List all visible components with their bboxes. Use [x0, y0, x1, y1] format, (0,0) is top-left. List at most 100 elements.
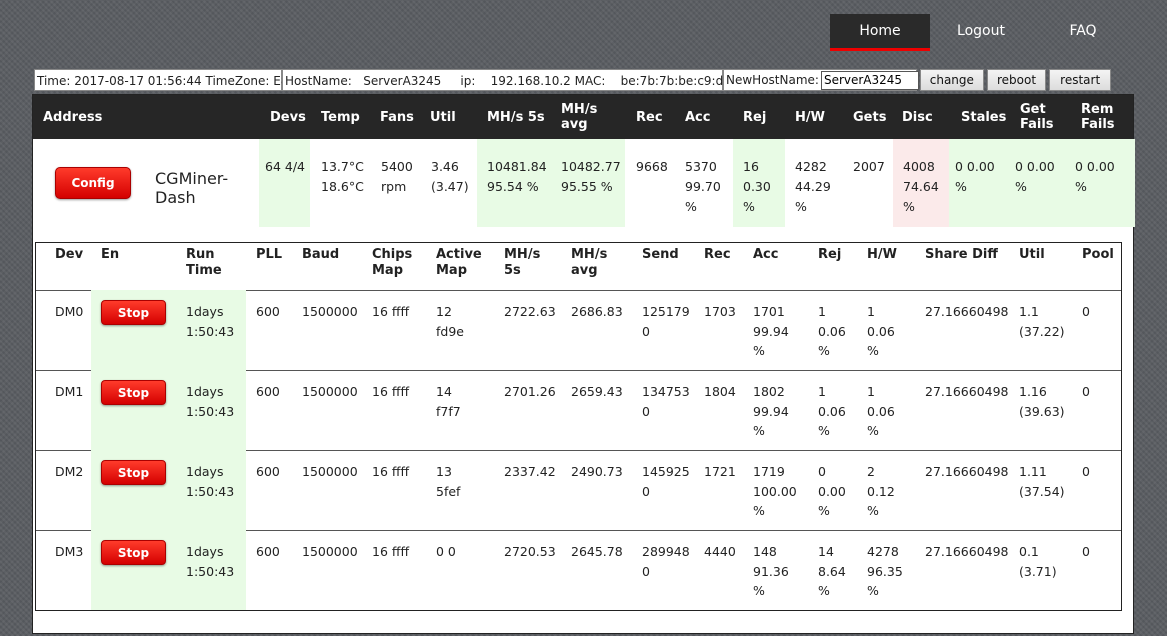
- device-chips: 16 ffff: [372, 544, 410, 559]
- device-rej: 14 8.64 %: [818, 544, 846, 598]
- device-chips: 16 ffff: [372, 304, 410, 319]
- device-chips: 16 ffff: [372, 384, 410, 399]
- config-button[interactable]: Config: [55, 167, 131, 199]
- device-baud: 1500000: [302, 544, 358, 559]
- dcol-send: Send: [642, 247, 679, 262]
- device-send: 125179 0: [642, 304, 690, 339]
- col-util: Util: [430, 109, 456, 125]
- summary-header: Address Devs Temp Fans Util MH/s 5s MH/s…: [33, 95, 1133, 139]
- device-dev: DM1: [55, 384, 84, 399]
- summary-mhsavg-value: 10482.77 95.55 %: [561, 159, 621, 194]
- summary-rej: 16 0.30 %: [733, 139, 785, 227]
- col-fans: Fans: [380, 109, 414, 125]
- device-row: Stop DM3 1days 1:50:43 600 1500000 16 ffff 0 0…: [36, 530, 1121, 610]
- dcol-pool: Pool: [1082, 247, 1114, 262]
- device-hw: 1 0.06 %: [867, 304, 895, 358]
- device-hw: 1 0.06 %: [867, 384, 895, 438]
- device-util: 1.11 (37.54): [1019, 464, 1065, 499]
- device-rej: 1 0.06 %: [818, 384, 846, 438]
- device-baud: 1500000: [302, 304, 358, 319]
- summary-acc: 5370 99.70 %: [679, 139, 733, 227]
- device-pool: 0: [1082, 464, 1090, 479]
- dcol-baud: Baud: [302, 247, 340, 262]
- device-runtime: 1days 1:50:43: [186, 384, 235, 419]
- device-send: 145925 0: [642, 464, 690, 499]
- device-rec: 1804: [704, 384, 736, 399]
- miner-name: CGMiner-Dash: [155, 169, 229, 207]
- device-util: 1.1 (37.22): [1019, 304, 1065, 339]
- col-temp: Temp: [321, 109, 360, 125]
- col-rec: Rec: [636, 109, 663, 125]
- device-mhsavg: 2645.78: [571, 544, 623, 559]
- new-hostname-input[interactable]: [820, 70, 919, 90]
- device-dev: DM2: [55, 464, 84, 479]
- device-runtime: 1days 1:50:43: [186, 464, 235, 499]
- stop-button[interactable]: Stop: [101, 460, 166, 485]
- dcol-dev: Dev: [55, 247, 84, 262]
- device-runtime: 1days 1:50:43: [186, 304, 235, 339]
- dcol-pll: PLL: [256, 247, 283, 262]
- device-pool: 0: [1082, 304, 1090, 319]
- dcol-en: En: [101, 247, 120, 262]
- device-mhs5s: 2722.63: [504, 304, 556, 319]
- device-mhsavg: 2490.73: [571, 464, 623, 479]
- summary-disc-value: 4008 74.64 %: [903, 159, 939, 214]
- device-active: 0 0: [436, 544, 456, 559]
- device-sharediff: 27.16660498: [925, 384, 1009, 399]
- device-mhs5s: 2337.42: [504, 464, 556, 479]
- new-hostname-label: NewHostName:: [726, 73, 819, 87]
- device-rec: 4440: [704, 544, 736, 559]
- device-table-header: Dev En Run Time PLL Baud Chips Map Activ…: [36, 243, 1121, 291]
- summary-devs: 64 4/4: [259, 139, 310, 227]
- dcol-mhsavg: MH/s avg: [571, 247, 608, 278]
- col-acc: Acc: [685, 109, 711, 125]
- dcol-util: Util: [1019, 247, 1045, 262]
- device-rows: Stop DM0 1days 1:50:43 600 1500000 16 ffff 12 …: [36, 290, 1121, 610]
- restart-button[interactable]: restart: [1049, 69, 1112, 91]
- summary-util: 3.46 (3.47): [425, 139, 477, 227]
- reboot-button[interactable]: reboot: [986, 69, 1047, 91]
- col-remfails: Rem Fails: [1081, 102, 1115, 132]
- device-sharediff: 27.16660498: [925, 464, 1009, 479]
- summary-fans-value: 5400 rpm: [381, 159, 413, 194]
- summary-stales-value: 0 0.00 %: [955, 159, 995, 194]
- device-table: Dev En Run Time PLL Baud Chips Map Activ…: [35, 242, 1122, 611]
- col-address: Address: [43, 109, 103, 125]
- summary-devs-value: 64 4/4: [265, 159, 305, 174]
- device-send: 134753 0: [642, 384, 690, 419]
- summary-rec-value: 9668: [636, 159, 668, 174]
- nav-faq-link[interactable]: FAQ: [1032, 14, 1134, 48]
- device-active: 14 f7f7: [436, 384, 461, 419]
- summary-hw: 4282 44.29 %: [789, 139, 847, 227]
- change-button[interactable]: change: [920, 69, 984, 91]
- device-acc: 148 91.36 %: [753, 544, 789, 598]
- device-rej: 1 0.06 %: [818, 304, 846, 358]
- device-row: Stop DM2 1days 1:50:43 600 1500000 16 ffff 13 …: [36, 450, 1121, 531]
- device-rej: 0 0.00 %: [818, 464, 846, 518]
- stop-button[interactable]: Stop: [101, 300, 166, 325]
- device-dev: DM3: [55, 544, 84, 559]
- nav-home-tab[interactable]: Home: [830, 14, 930, 51]
- dcol-mhs5s: MH/s 5s: [504, 247, 541, 278]
- col-gets: Gets: [853, 109, 887, 125]
- device-chips: 16 ffff: [372, 464, 410, 479]
- col-devs: Devs: [270, 109, 306, 125]
- device-active: 12 fd9e: [436, 304, 464, 339]
- stop-button[interactable]: Stop: [101, 540, 166, 565]
- device-row: Stop DM0 1days 1:50:43 600 1500000 16 ffff 12 …: [36, 290, 1121, 371]
- summary-hw-value: 4282 44.29 %: [795, 159, 831, 214]
- dcol-hw: H/W: [867, 247, 897, 262]
- summary-rej-value: 16 0.30 %: [743, 159, 771, 214]
- device-active: 13 5fef: [436, 464, 461, 499]
- stop-button[interactable]: Stop: [101, 380, 166, 405]
- dcol-rec: Rec: [704, 247, 731, 262]
- summary-gets: 2007: [847, 139, 893, 227]
- host-info: HostName: ServerA3245 ip: 192.168.10.2 M…: [282, 69, 731, 91]
- summary-acc-value: 5370 99.70 %: [685, 159, 721, 214]
- col-hw: H/W: [795, 109, 825, 125]
- nav-logout-link[interactable]: Logout: [930, 14, 1032, 48]
- dcol-rej: Rej: [818, 247, 842, 262]
- device-util: 0.1 (3.71): [1019, 544, 1057, 579]
- summary-temp: 13.7°C 18.6°C: [315, 139, 375, 227]
- dcol-sharediff: Share Diff: [925, 247, 998, 262]
